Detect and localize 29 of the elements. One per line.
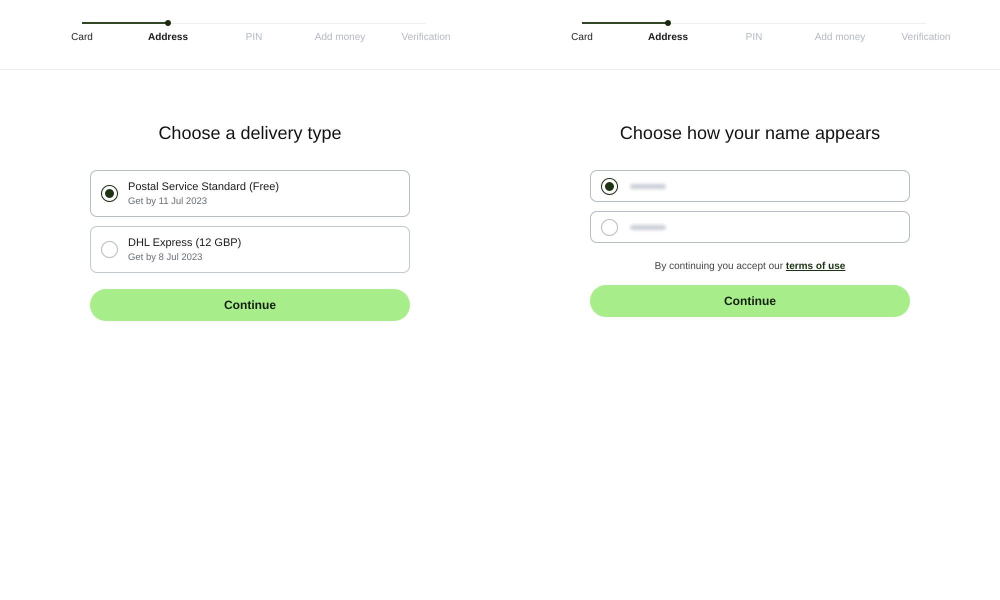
step-label: Address	[648, 31, 688, 45]
delivery-option[interactable]: Postal Service Standard (Free) Get by 11 Jul 2023	[90, 170, 410, 217]
delivery-option[interactable]: DHL Express (12 GBP) Get by 8 Jul 2023	[90, 226, 410, 273]
step-label: Card	[71, 31, 93, 45]
blurred-text	[630, 184, 666, 188]
step-label: Verification	[402, 31, 450, 45]
continue-button[interactable]: Continue	[90, 289, 410, 321]
name-option[interactable]	[590, 211, 910, 243]
step-label: PIN	[746, 31, 762, 45]
step-label: Verification	[902, 31, 950, 45]
radio-button[interactable]	[101, 185, 118, 202]
radio-button[interactable]	[601, 178, 618, 194]
option-title: DHL Express (12 GBP)	[128, 236, 242, 250]
step-label: PIN	[246, 31, 262, 45]
step-label: Card	[571, 31, 593, 45]
radio-button[interactable]	[101, 241, 118, 258]
step-label: Add money	[814, 31, 866, 45]
step-label: Address	[148, 31, 188, 45]
blurred-text	[630, 224, 666, 230]
terms-notice: By continuing you accept our terms of use	[654, 260, 846, 274]
continue-button[interactable]: Continue	[590, 285, 910, 317]
terms-link[interactable]: terms of use	[786, 261, 846, 272]
step-label: Add money	[314, 31, 366, 45]
option-subtitle: Get by 11 Jul 2023	[128, 194, 208, 208]
option-subtitle: Get by 8 Jul 2023	[128, 250, 204, 264]
page-heading: Choose how your name appears	[620, 122, 880, 144]
radio-button[interactable]	[601, 218, 618, 236]
page-heading: Choose a delivery type	[158, 122, 342, 144]
option-title: Postal Service Standard (Free)	[128, 180, 280, 194]
